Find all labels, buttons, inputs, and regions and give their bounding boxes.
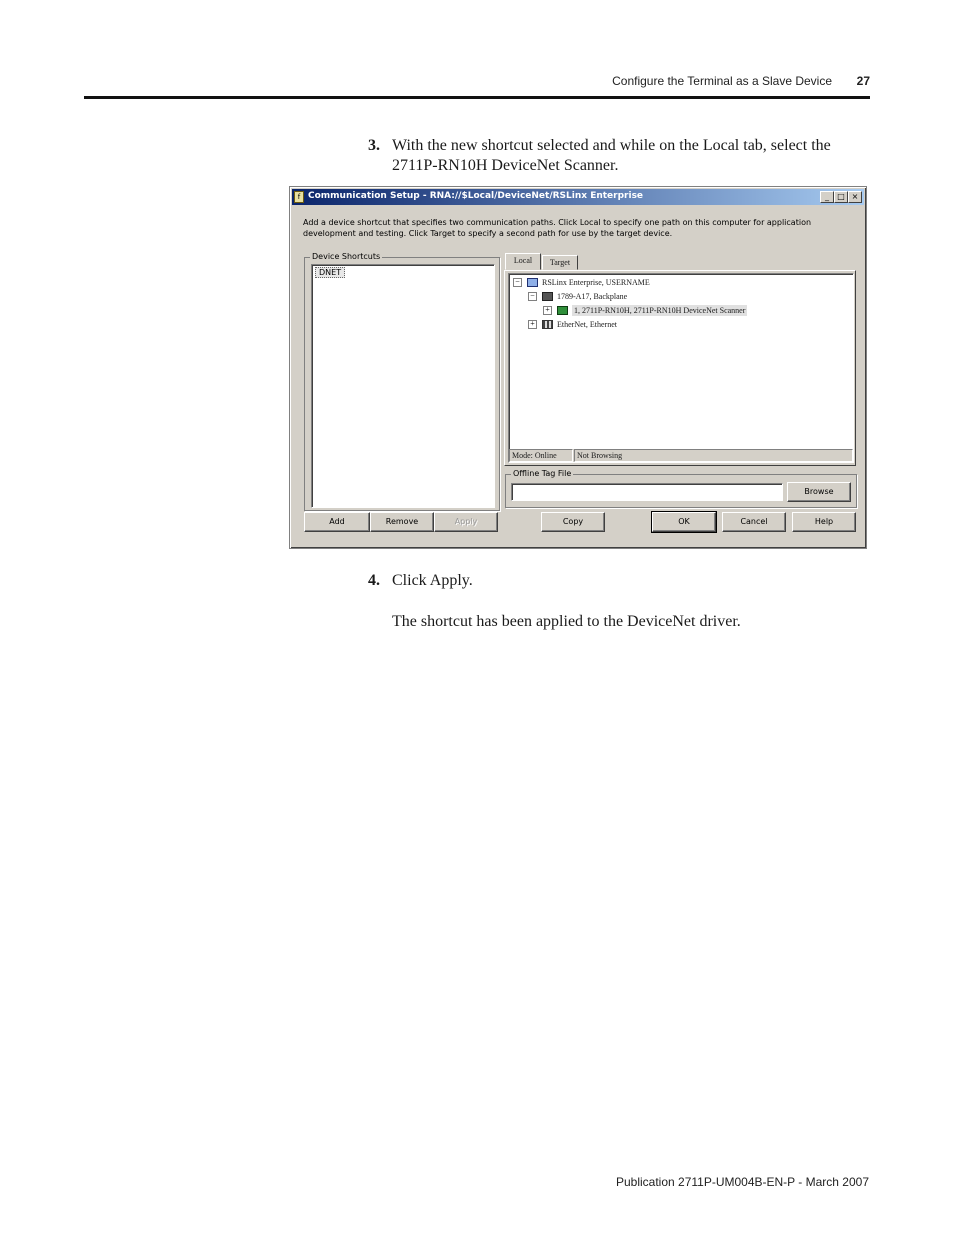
device-shortcuts-label: Device Shortcuts	[310, 252, 383, 261]
add-button[interactable]: Add	[304, 512, 370, 532]
dialog-intro-text: Add a device shortcut that specifies two…	[303, 218, 812, 238]
device-shortcuts-group: Device Shortcuts DNET	[304, 252, 500, 511]
header-rule	[84, 96, 870, 99]
maximize-button[interactable]: □	[834, 191, 848, 203]
app-icon: f	[294, 191, 304, 203]
collapse-icon[interactable]: −	[513, 278, 522, 287]
page-number: 27	[856, 74, 870, 88]
mode-status: Mode: Online	[509, 449, 573, 462]
expand-icon[interactable]: +	[543, 306, 552, 315]
result-paragraph: The shortcut has been applied to the Dev…	[392, 613, 741, 630]
tree-status-bar: Mode: Online Not Browsing	[509, 449, 853, 462]
computer-icon	[527, 278, 538, 287]
ok-button[interactable]: OK	[651, 511, 717, 533]
offline-tag-file-input[interactable]	[511, 483, 783, 501]
tree-label: 1, 2711P-RN10H, 2711P-RN10H DeviceNet Sc…	[572, 305, 748, 316]
device-shortcuts-list[interactable]: DNET	[311, 264, 495, 508]
tab-local[interactable]: Local	[505, 253, 541, 270]
close-button[interactable]: ×	[848, 191, 862, 203]
tree-label: EtherNet, Ethernet	[557, 320, 617, 329]
remove-button[interactable]: Remove	[370, 512, 434, 532]
running-header-title: Configure the Terminal as a Slave Device	[612, 74, 832, 88]
copy-button[interactable]: Copy	[541, 512, 605, 532]
step-text: Click Apply.	[392, 572, 473, 589]
scanner-card-icon	[557, 306, 568, 315]
step-text: With the new shortcut selected and while…	[392, 137, 831, 174]
device-tree[interactable]: − RSLinx Enterprise, USERNAME − 1789-A17…	[508, 273, 854, 463]
tree-label: 1789-A17, Backplane	[557, 292, 628, 301]
offline-tag-file-label: Offline Tag File	[511, 469, 574, 478]
cancel-button[interactable]: Cancel	[722, 512, 786, 532]
tab-target[interactable]: Target	[542, 255, 578, 270]
step-number: 3.	[368, 137, 380, 154]
browse-button[interactable]: Browse	[787, 482, 851, 502]
help-button[interactable]: Help	[792, 512, 856, 532]
tree-label: RSLinx Enterprise, USERNAME	[542, 278, 650, 287]
network-icon	[542, 320, 553, 329]
collapse-icon[interactable]: −	[528, 292, 537, 301]
offline-tag-file-group: Offline Tag File Browse	[505, 469, 857, 508]
backplane-icon	[542, 292, 553, 301]
step-number: 4.	[368, 572, 380, 589]
shortcut-item-dnet[interactable]: DNET	[315, 267, 346, 278]
publication-footer: Publication 2711P-UM004B-EN-P - March 20…	[615, 1175, 869, 1189]
expand-icon[interactable]: +	[528, 320, 537, 329]
dialog-titlebar: f Communication Setup - RNA://$Local/Dev…	[292, 189, 864, 205]
browse-status: Not Browsing	[574, 449, 853, 462]
dialog-title: Communication Setup - RNA://$Local/Devic…	[308, 191, 644, 201]
minimize-button[interactable]: _	[820, 191, 834, 203]
apply-button[interactable]: Apply	[434, 512, 498, 532]
